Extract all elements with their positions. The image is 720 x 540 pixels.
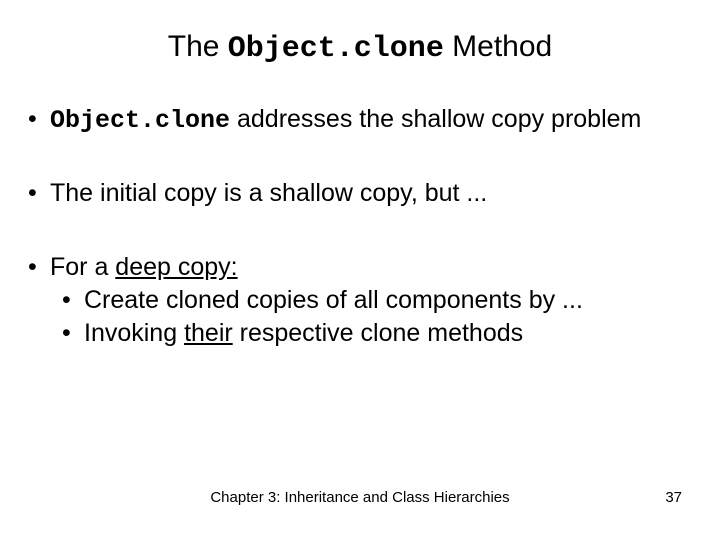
bullet-3-sub-1-text: Create cloned copies of all components b… [84, 286, 583, 314]
bullet-3-sub-2-post: respective clone methods [233, 319, 523, 347]
slide-body: Object.clone addresses the shallow copy … [20, 104, 700, 349]
bullet-3-sub-1: Create cloned copies of all components b… [58, 285, 700, 316]
title-pre: The [168, 30, 228, 63]
bullet-3-sub-2-underline: their [184, 319, 233, 347]
slide-title: The Object.clone Method [20, 30, 700, 66]
bullet-3-pre: For a [50, 253, 115, 281]
title-post: Method [444, 30, 552, 63]
bullet-3-sub-2: Invoking their respective clone methods [58, 318, 700, 349]
page-number: 37 [665, 489, 682, 506]
bullet-list: Object.clone addresses the shallow copy … [26, 104, 700, 349]
bullet-3-sublist: Create cloned copies of all components b… [50, 285, 700, 350]
bullet-3-underline: deep copy: [115, 253, 237, 281]
bullet-3-sub-2-pre: Invoking [84, 319, 184, 347]
bullet-1: Object.clone addresses the shallow copy … [26, 104, 700, 136]
slide: The Object.clone Method Object.clone add… [0, 0, 720, 540]
bullet-2-text: The initial copy is a shallow copy, but … [50, 179, 487, 207]
footer-chapter: Chapter 3: Inheritance and Class Hierarc… [0, 489, 720, 506]
bullet-1-post: addresses the shallow copy problem [230, 105, 641, 133]
bullet-3: For a deep copy: Create cloned copies of… [26, 252, 700, 350]
title-code: Object.clone [228, 32, 444, 66]
bullet-1-code: Object.clone [50, 106, 230, 135]
bullet-2: The initial copy is a shallow copy, but … [26, 178, 700, 209]
